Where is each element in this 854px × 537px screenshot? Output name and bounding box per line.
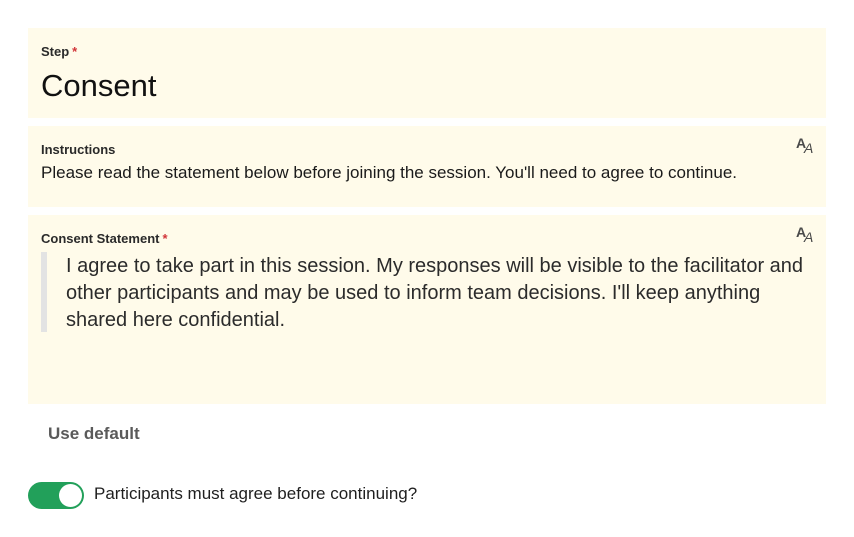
text-format-icon[interactable]: AA — [796, 224, 816, 245]
instructions-label: Instructions — [41, 142, 116, 157]
participants-agree-toggle[interactable] — [28, 482, 84, 509]
step-label: Step * — [41, 44, 77, 59]
consent-statement-field[interactable]: Consent Statement * AA I agree to take pa… — [28, 215, 826, 404]
step-field[interactable]: Step * Consent — [28, 28, 826, 118]
use-default-button[interactable]: Use default — [48, 424, 140, 444]
consent-statement-label: Consent Statement * — [41, 231, 168, 246]
text-format-icon[interactable]: AA — [796, 135, 816, 156]
blockquote-bar — [41, 252, 47, 332]
consent-statement-text[interactable]: I agree to take part in this session. My… — [66, 253, 806, 334]
instructions-text[interactable]: Please read the statement below before j… — [41, 163, 737, 183]
step-label-text: Step — [41, 44, 70, 59]
toggle-knob — [59, 484, 82, 507]
step-name-value[interactable]: Consent — [41, 68, 156, 104]
consent-step-editor: Step * Consent Instructions AA Please rea… — [0, 0, 854, 537]
required-mark: * — [72, 44, 78, 59]
instructions-field[interactable]: Instructions AA Please read the statemen… — [28, 126, 826, 207]
toggle-label: Participants must agree before continuin… — [94, 484, 418, 503]
required-mark: * — [162, 231, 168, 246]
consent-label-text: Consent Statement — [41, 231, 160, 246]
